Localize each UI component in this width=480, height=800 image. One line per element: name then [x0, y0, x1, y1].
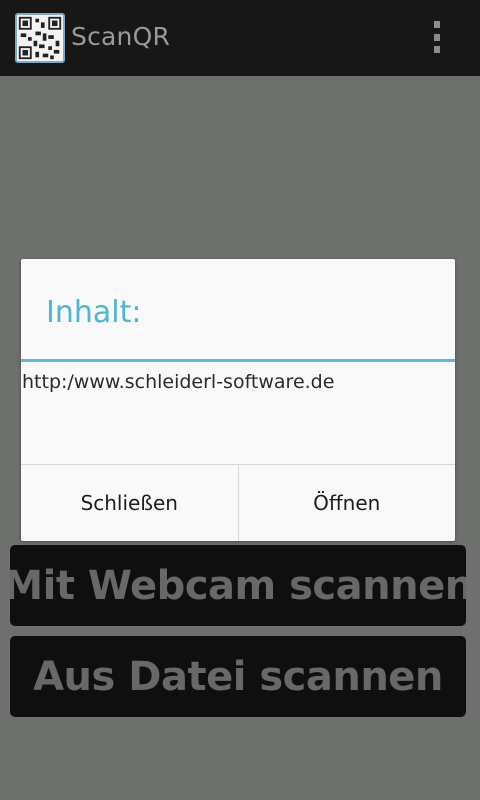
overflow-dot: [434, 46, 440, 53]
scan-webcam-button[interactable]: Mit Webcam scannen: [10, 545, 466, 626]
scan-file-button[interactable]: Aus Datei scannen: [10, 636, 466, 717]
app-title: ScanQR: [71, 22, 171, 51]
dialog-divider: [21, 359, 455, 362]
dialog-message: http:/www.schleiderl-software.de: [22, 371, 335, 393]
overflow-dot: [434, 33, 440, 41]
overflow-dot: [434, 21, 440, 28]
qr-code-icon[interactable]: [15, 13, 65, 63]
dialog-button-bar: Schließen Öffnen: [21, 464, 455, 541]
overflow-menu-icon[interactable]: [427, 17, 447, 57]
dialog-title: Inhalt:: [46, 295, 142, 330]
content-dialog: Inhalt: http:/www.schleiderl-software.de…: [21, 259, 455, 541]
open-button[interactable]: Öffnen: [237, 465, 456, 541]
close-button[interactable]: Schließen: [21, 465, 238, 541]
action-bar: ScanQR: [0, 0, 480, 76]
